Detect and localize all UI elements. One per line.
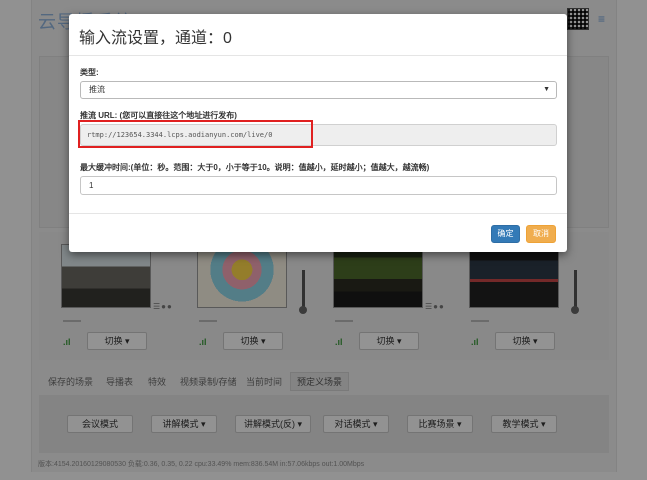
type-select[interactable]: 推流 ▼ [80, 81, 557, 99]
chevron-down-icon: ▼ [543, 86, 550, 93]
confirm-button[interactable]: 确定 [491, 225, 520, 243]
url-highlight-box [78, 120, 313, 148]
dialog-footer: 确定 取消 [69, 213, 567, 252]
dialog-header: 输入流设置，通道：0 [69, 14, 567, 56]
type-label: 类型: [80, 68, 99, 77]
input-stream-dialog: 输入流设置，通道：0 类型: 推流 ▼ 推流 URL: (您可以直接往这个地址进… [69, 14, 567, 252]
buffer-time-input[interactable]: 1 [80, 176, 557, 195]
cancel-button[interactable]: 取消 [526, 225, 556, 243]
type-select-value: 推流 [89, 85, 105, 94]
buffer-label: 最大缓冲时间:(单位：秒。范围：大于0，小于等于10。说明：值越小，延时越小；值… [80, 163, 430, 172]
dialog-title: 输入流设置，通道：0 [79, 30, 232, 47]
